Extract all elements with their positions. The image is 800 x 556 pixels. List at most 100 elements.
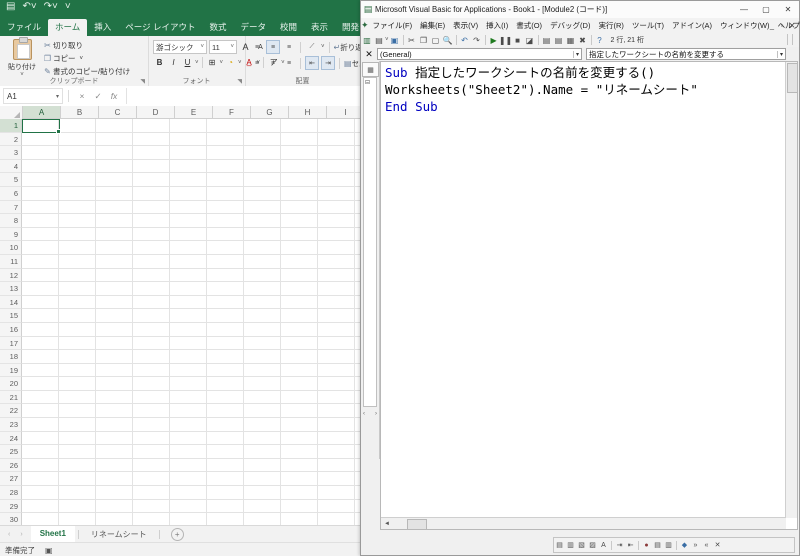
object-browser-icon[interactable]: ▦ <box>565 34 577 46</box>
menu-window[interactable]: ウィンドウ(W) <box>716 20 774 31</box>
cell[interactable] <box>281 472 319 487</box>
cell[interactable] <box>96 186 134 201</box>
cell[interactable] <box>318 499 356 514</box>
cell[interactable] <box>207 214 245 228</box>
cell[interactable] <box>133 282 171 296</box>
cell[interactable] <box>133 309 171 323</box>
cell[interactable] <box>96 363 134 378</box>
increase-indent-button[interactable]: ⇥ <box>321 56 335 70</box>
cell[interactable] <box>59 146 97 160</box>
cell[interactable] <box>281 336 319 351</box>
cell[interactable] <box>281 377 319 391</box>
scroll-right-icon[interactable]: › <box>375 411 377 419</box>
insert-function-icon[interactable]: fx <box>106 91 122 101</box>
cell[interactable] <box>244 200 282 215</box>
italic-button[interactable]: I <box>167 56 180 69</box>
cell[interactable] <box>59 322 97 337</box>
cell[interactable] <box>281 458 319 473</box>
cell[interactable] <box>22 418 60 432</box>
next-sheet-icon[interactable]: › <box>20 531 22 538</box>
cell[interactable] <box>170 227 208 242</box>
cell[interactable] <box>244 309 282 323</box>
cell[interactable] <box>318 336 356 351</box>
cell[interactable] <box>281 132 319 147</box>
cell[interactable] <box>318 132 356 147</box>
row-header-25[interactable]: 25 <box>0 445 22 459</box>
cell[interactable] <box>170 322 208 337</box>
borders-dropdown-icon[interactable]: ˅ <box>220 60 224 66</box>
cell[interactable] <box>244 295 282 310</box>
find-icon[interactable]: 🔍 <box>442 34 454 46</box>
underline-dropdown-icon[interactable]: ˅ <box>195 60 199 66</box>
menu-insert[interactable]: 挿入(I) <box>482 20 512 31</box>
ribbon-tab-insert[interactable]: 挿入 <box>87 19 118 36</box>
cell[interactable] <box>133 200 171 215</box>
paste-button[interactable]: 貼り付け ˅ <box>5 37 39 78</box>
cell[interactable] <box>96 159 134 174</box>
cell[interactable] <box>281 322 319 337</box>
cell[interactable] <box>244 404 282 419</box>
cell[interactable] <box>133 458 171 473</box>
cell[interactable] <box>244 390 282 405</box>
clear-bookmarks-icon[interactable]: ✕ <box>712 540 723 551</box>
cell[interactable] <box>59 418 97 432</box>
cell[interactable] <box>22 282 60 296</box>
cell[interactable] <box>281 227 319 242</box>
customize-qat-icon[interactable]: ˅ <box>65 2 71 12</box>
cell[interactable] <box>170 377 208 391</box>
cell[interactable] <box>96 214 134 228</box>
cell[interactable] <box>170 431 208 446</box>
cell[interactable] <box>207 132 245 147</box>
cell[interactable] <box>133 268 171 283</box>
comment-block-icon[interactable]: ▤ <box>652 540 663 551</box>
cell[interactable] <box>318 431 356 446</box>
cell[interactable] <box>59 282 97 296</box>
cell[interactable] <box>170 186 208 201</box>
run-icon[interactable]: ▶ <box>488 34 500 46</box>
cell[interactable] <box>133 404 171 419</box>
align-middle-button[interactable]: ≡ <box>266 40 280 54</box>
row-header-12[interactable]: 12 <box>0 268 22 283</box>
bold-button[interactable]: B <box>153 56 166 69</box>
cell[interactable] <box>133 418 171 432</box>
cell[interactable] <box>318 472 356 487</box>
cell[interactable] <box>96 173 134 187</box>
cell[interactable] <box>244 119 282 133</box>
cell[interactable] <box>281 363 319 378</box>
cell[interactable] <box>59 472 97 487</box>
mdi-restore-button[interactable]: ▫ <box>777 21 787 30</box>
cell[interactable] <box>170 499 208 514</box>
cell[interactable] <box>59 377 97 391</box>
cell[interactable] <box>207 404 245 419</box>
align-bottom-button[interactable]: ≡ <box>282 40 296 54</box>
cell[interactable] <box>22 350 60 364</box>
cell[interactable] <box>133 322 171 337</box>
cell[interactable] <box>22 404 60 419</box>
cell[interactable] <box>59 350 97 364</box>
ribbon-tab-data[interactable]: データ <box>234 19 274 36</box>
cell[interactable] <box>207 227 245 242</box>
menu-file[interactable]: ファイル(F) <box>369 20 417 31</box>
cell[interactable] <box>22 227 60 242</box>
orientation-button[interactable]: ⟋ <box>305 40 319 54</box>
cell[interactable] <box>281 418 319 432</box>
cell[interactable] <box>133 159 171 174</box>
cell[interactable] <box>96 350 134 364</box>
cell[interactable] <box>22 146 60 160</box>
column-header-e[interactable]: E <box>175 106 213 119</box>
row-header-13[interactable]: 13 <box>0 282 22 296</box>
cell[interactable] <box>281 173 319 187</box>
cell[interactable] <box>244 186 282 201</box>
cell[interactable] <box>318 445 356 459</box>
row-header-20[interactable]: 20 <box>0 377 22 391</box>
close-button[interactable]: ✕ <box>777 1 799 18</box>
cell[interactable] <box>207 363 245 378</box>
cell[interactable] <box>59 513 97 525</box>
cell[interactable] <box>170 132 208 147</box>
cell[interactable] <box>318 486 356 500</box>
menu-run[interactable]: 実行(R) <box>594 20 627 31</box>
indent-icon[interactable]: ⇥ <box>614 540 625 551</box>
cell[interactable] <box>96 268 134 283</box>
uncomment-block-icon[interactable]: ▥ <box>663 540 674 551</box>
row-header-21[interactable]: 21 <box>0 390 22 405</box>
